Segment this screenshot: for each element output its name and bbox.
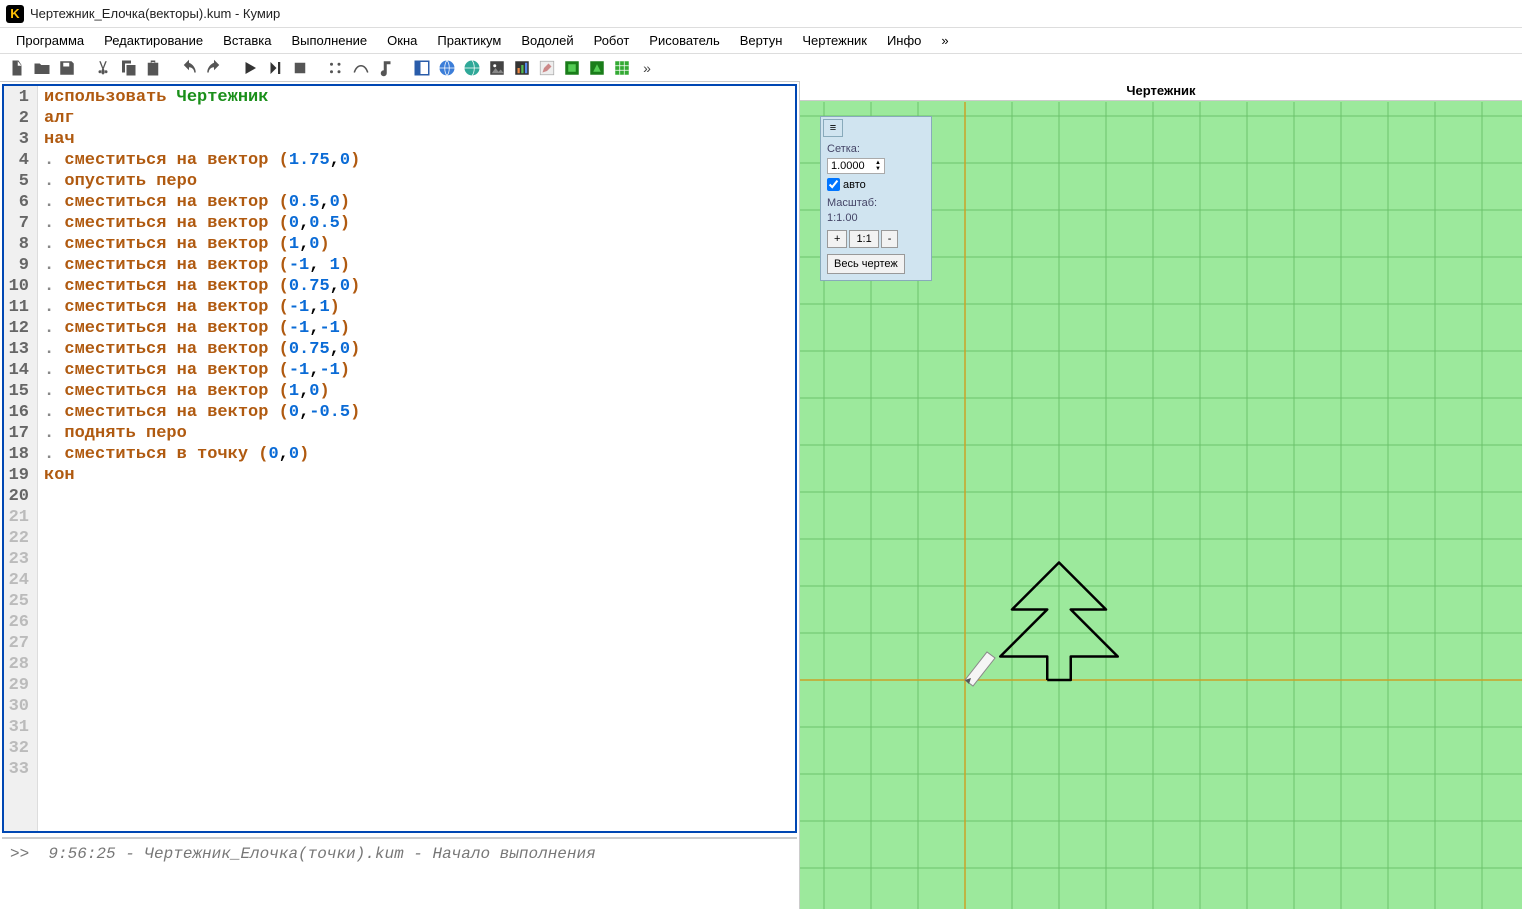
canvas-pane: Чертежник ≡ Сетка: ▲▼ авто Масштаб: bbox=[800, 82, 1522, 909]
step-icon[interactable] bbox=[264, 57, 286, 79]
code-line[interactable]: . сместиться на вектор (-1,-1) bbox=[44, 360, 360, 381]
menu-11[interactable]: Инфо bbox=[877, 29, 931, 52]
redo-icon[interactable] bbox=[203, 57, 225, 79]
line-number-gutter: 1234567891011121314151617181920212223242… bbox=[4, 86, 38, 831]
zoom-out-button[interactable]: - bbox=[881, 230, 899, 248]
menu-5[interactable]: Практикум bbox=[427, 29, 511, 52]
code-editor[interactable]: 1234567891011121314151617181920212223242… bbox=[2, 84, 797, 833]
code-line[interactable]: . сместиться на вектор (0.75,0) bbox=[44, 339, 360, 360]
more-icon[interactable]: » bbox=[636, 57, 658, 79]
green2-icon[interactable] bbox=[586, 57, 608, 79]
left-pane: 1234567891011121314151617181920212223242… bbox=[0, 82, 800, 909]
menu-1[interactable]: Редактирование bbox=[94, 29, 213, 52]
code-content[interactable]: использовать Чертежникалгнач. сместиться… bbox=[38, 86, 366, 831]
stop-icon[interactable] bbox=[289, 57, 311, 79]
code-line[interactable]: . поднять перо bbox=[44, 423, 360, 444]
canvas-controls-panel: ≡ Сетка: ▲▼ авто Масштаб: 1:1.00 + bbox=[820, 116, 932, 281]
panel1-icon[interactable] bbox=[411, 57, 433, 79]
green1-icon[interactable] bbox=[561, 57, 583, 79]
canvas-title: Чертежник bbox=[800, 81, 1522, 101]
console-text: 9:56:25 - Чертежник_Елочка(точки).kum - … bbox=[48, 845, 595, 863]
menu-6[interactable]: Водолей bbox=[511, 29, 583, 52]
menu-9[interactable]: Вертун bbox=[730, 29, 793, 52]
cut-icon[interactable] bbox=[92, 57, 114, 79]
code-line[interactable]: . сместиться на вектор (1.75,0) bbox=[44, 150, 360, 171]
main-area: 1234567891011121314151617181920212223242… bbox=[0, 82, 1522, 909]
code-line[interactable]: . сместиться в точку (0,0) bbox=[44, 444, 360, 465]
code-line[interactable]: . сместиться на вектор (-1, 1) bbox=[44, 255, 360, 276]
copy-icon[interactable] bbox=[117, 57, 139, 79]
code-line[interactable]: . сместиться на вектор (1,0) bbox=[44, 381, 360, 402]
menu-8[interactable]: Рисователь bbox=[639, 29, 729, 52]
save-file-icon[interactable] bbox=[56, 57, 78, 79]
code-line[interactable]: . сместиться на вектор (-1,-1) bbox=[44, 318, 360, 339]
menu-3[interactable]: Выполнение bbox=[281, 29, 377, 52]
grid-icon[interactable] bbox=[611, 57, 633, 79]
chart-icon[interactable] bbox=[511, 57, 533, 79]
menu-12[interactable]: » bbox=[931, 29, 958, 52]
menu-0[interactable]: Программа bbox=[6, 29, 94, 52]
code-line[interactable]: . опустить перо bbox=[44, 171, 360, 192]
code-line[interactable]: . сместиться на вектор (-1,1) bbox=[44, 297, 360, 318]
run-icon[interactable] bbox=[239, 57, 261, 79]
open-file-icon[interactable] bbox=[31, 57, 53, 79]
globe-blue-icon[interactable] bbox=[436, 57, 458, 79]
grid-value-input[interactable] bbox=[831, 160, 875, 172]
code-line[interactable]: . сместиться на вектор (0.75,0) bbox=[44, 276, 360, 297]
menu-10[interactable]: Чертежник bbox=[792, 29, 877, 52]
console-prompt: >> bbox=[10, 845, 29, 863]
code-line[interactable]: . сместиться на вектор (0,-0.5) bbox=[44, 402, 360, 423]
menu-2[interactable]: Вставка bbox=[213, 29, 281, 52]
output-console: >> 9:56:25 - Чертежник_Елочка(точки).kum… bbox=[2, 837, 797, 907]
scale-value: 1:1.00 bbox=[827, 212, 925, 224]
panel-toggle-icon[interactable]: ≡ bbox=[823, 119, 843, 137]
fit-all-button[interactable]: Весь чертеж bbox=[827, 254, 905, 274]
code-line[interactable]: кон bbox=[44, 465, 360, 486]
code-line[interactable]: . сместиться на вектор (0,0.5) bbox=[44, 213, 360, 234]
menu-4[interactable]: Окна bbox=[377, 29, 427, 52]
menu-7[interactable]: Робот bbox=[584, 29, 640, 52]
globe-teal-icon[interactable] bbox=[461, 57, 483, 79]
code-line[interactable]: . сместиться на вектор (0.5,0) bbox=[44, 192, 360, 213]
zoom-reset-button[interactable]: 1:1 bbox=[849, 230, 878, 248]
title-bar: K Чертежник_Елочка(векторы).kum - Кумир bbox=[0, 0, 1522, 28]
window-title: Чертежник_Елочка(векторы).kum - Кумир bbox=[30, 6, 280, 21]
code-line[interactable]: . сместиться на вектор (1,0) bbox=[44, 234, 360, 255]
canvas-area[interactable]: ≡ Сетка: ▲▼ авто Масштаб: 1:1.00 + bbox=[800, 102, 1522, 909]
scale-label: Масштаб: bbox=[827, 197, 925, 209]
toggle-dots-icon[interactable] bbox=[325, 57, 347, 79]
auto-label: авто bbox=[843, 179, 866, 191]
code-line[interactable]: алг bbox=[44, 108, 360, 129]
auto-checkbox[interactable] bbox=[827, 178, 840, 191]
note-icon[interactable] bbox=[375, 57, 397, 79]
paste-icon[interactable] bbox=[142, 57, 164, 79]
new-file-icon[interactable] bbox=[6, 57, 28, 79]
grid-label: Сетка: bbox=[827, 143, 925, 155]
undo-icon[interactable] bbox=[178, 57, 200, 79]
image-icon[interactable] bbox=[486, 57, 508, 79]
code-line[interactable]: нач bbox=[44, 129, 360, 150]
toolbar: » bbox=[0, 54, 1522, 82]
menu-bar: ПрограммаРедактированиеВставкаВыполнение… bbox=[0, 28, 1522, 54]
code-line[interactable]: использовать Чертежник bbox=[44, 87, 360, 108]
pencil-icon[interactable] bbox=[536, 57, 558, 79]
zoom-in-button[interactable]: + bbox=[827, 230, 847, 248]
app-icon: K bbox=[6, 5, 24, 23]
trace-icon[interactable] bbox=[350, 57, 372, 79]
grid-spinner[interactable]: ▲▼ bbox=[827, 158, 885, 174]
